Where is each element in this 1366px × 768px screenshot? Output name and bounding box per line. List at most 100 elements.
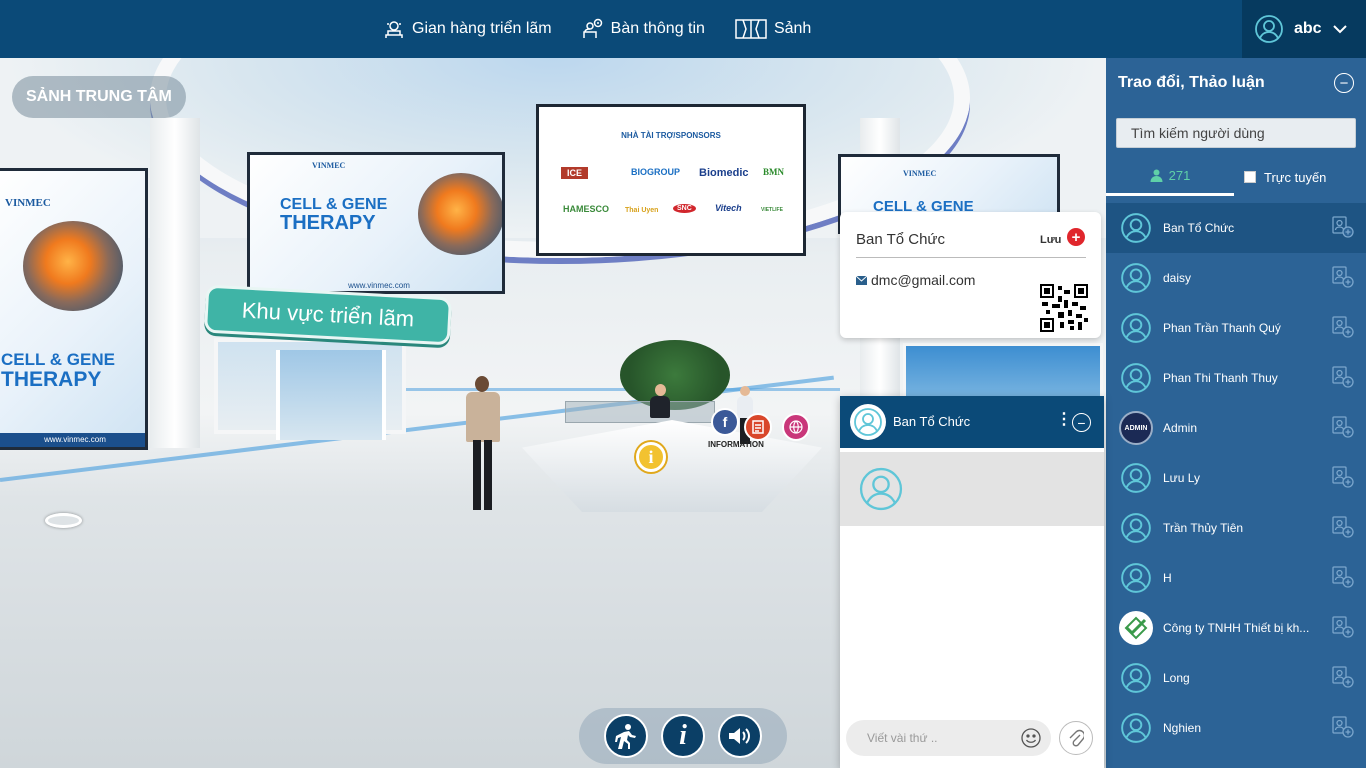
- company-logo-icon: [1124, 616, 1148, 640]
- user-avatar-icon: [1121, 213, 1151, 243]
- user-list-item[interactable]: H: [1106, 553, 1366, 603]
- user-list-item[interactable]: Lưu Ly: [1106, 453, 1366, 503]
- floor-line: [380, 388, 840, 391]
- teleport-marker[interactable]: [45, 513, 82, 528]
- user-menu[interactable]: abc: [1242, 0, 1366, 58]
- add-user-icon[interactable]: [1332, 716, 1354, 738]
- discussion-sidebar: Trao đổi, Thảo luận − 271 Trực tuyến Ban…: [1106, 58, 1366, 768]
- information-desk[interactable]: [522, 420, 822, 512]
- avatar: [1119, 661, 1153, 695]
- add-user-icon[interactable]: [1332, 566, 1354, 588]
- add-user-icon[interactable]: [1332, 266, 1354, 288]
- info-marker[interactable]: i: [636, 442, 666, 472]
- add-friend-button[interactable]: [1332, 216, 1354, 241]
- add-friend-button[interactable]: [1332, 666, 1354, 691]
- user-avatar-icon: [1121, 263, 1151, 293]
- tab-all-users[interactable]: 271: [1106, 158, 1234, 196]
- add-user-icon[interactable]: [1332, 616, 1354, 638]
- banner-left[interactable]: VINMEC CELL & GENE THERAPY www.vinmec.co…: [0, 168, 148, 450]
- banner-url: www.vinmec.com: [0, 433, 145, 447]
- information-label: INFORMATION: [708, 440, 764, 449]
- tree: [620, 340, 730, 410]
- add-user-icon[interactable]: [1332, 416, 1354, 438]
- sound-button[interactable]: [718, 714, 762, 758]
- user-avatar-icon: [854, 408, 882, 436]
- user-name: Ban Tổ Chức: [1163, 221, 1235, 235]
- divider: [856, 257, 1086, 258]
- user-list-item[interactable]: Long: [1106, 653, 1366, 703]
- user-list: Ban Tổ Chức daisy Phan Trần Thanh Quý Phan …: [1106, 203, 1366, 753]
- more-options-icon[interactable]: ⋮: [1056, 412, 1072, 428]
- contact-email[interactable]: dmc@gmail.com: [856, 272, 975, 288]
- avatar: [1119, 561, 1153, 595]
- add-friend-button[interactable]: [1332, 416, 1354, 441]
- add-user-icon[interactable]: [1332, 316, 1354, 338]
- user-list-item[interactable]: Nghien: [1106, 703, 1366, 753]
- banner-title-line1: CELL & GENE: [280, 196, 388, 213]
- user-avatar-icon: [1121, 513, 1151, 543]
- add-user-icon[interactable]: [1332, 466, 1354, 488]
- website-icon[interactable]: [782, 413, 810, 441]
- user-name: Phan Thi Thanh Thuy: [1163, 371, 1278, 385]
- minimize-sidebar-button[interactable]: −: [1334, 73, 1354, 93]
- user-search-input[interactable]: [1116, 118, 1356, 148]
- emoji-icon[interactable]: [1020, 727, 1042, 749]
- nav-info-desk[interactable]: Bàn thông tin: [582, 18, 705, 40]
- avatar: [1119, 461, 1153, 495]
- user-list-item[interactable]: Công ty TNHH Thiết bị kh...: [1106, 603, 1366, 653]
- nav-booth[interactable]: Gian hàng triển lãm: [383, 18, 552, 40]
- user-list-item[interactable]: daisy: [1106, 253, 1366, 303]
- banner-title-line1: CELL & GENE: [1, 350, 115, 369]
- chat-title: Ban Tổ Chức: [893, 414, 971, 429]
- avatar: [1119, 211, 1153, 245]
- add-user-icon[interactable]: [1332, 666, 1354, 688]
- exhibition-entrance[interactable]: [276, 350, 386, 440]
- user-circle-icon: [1255, 15, 1283, 43]
- sponsor-logo: HAMESCO: [563, 204, 610, 214]
- add-friend-button[interactable]: [1332, 616, 1354, 641]
- nav-booth-label: Gian hàng triển lãm: [412, 20, 552, 37]
- info-button[interactable]: i: [661, 714, 705, 758]
- add-friend-button[interactable]: [1332, 716, 1354, 741]
- add-friend-button[interactable]: [1332, 366, 1354, 391]
- banner-center-left[interactable]: VINMEC CELL & GENE THERAPY www.vinmec.co…: [247, 152, 505, 294]
- add-user-icon[interactable]: [1332, 366, 1354, 388]
- add-friend-button[interactable]: [1332, 516, 1354, 541]
- document-icon[interactable]: [744, 413, 772, 441]
- user-list-item[interactable]: ADMIN Admin: [1106, 403, 1366, 453]
- online-filter-label: Trực tuyến: [1264, 169, 1327, 185]
- sponsor-board[interactable]: NHÀ TÀI TRỢ/SPONSORS ICE BIOGROUP Biomed…: [536, 104, 806, 256]
- attach-button[interactable]: [1059, 721, 1093, 755]
- glass-rail: [565, 401, 715, 423]
- user-list-item[interactable]: Phan Trần Thanh Quý: [1106, 303, 1366, 353]
- banner-logo: VINMEC: [5, 197, 51, 209]
- add-friend-button[interactable]: [1332, 266, 1354, 291]
- banner-title-line2: THERAPY: [1, 368, 102, 391]
- info-icon: i: [679, 720, 687, 751]
- facebook-icon[interactable]: f: [711, 408, 739, 436]
- add-user-icon[interactable]: [1332, 516, 1354, 538]
- add-friend-button[interactable]: [1332, 466, 1354, 491]
- mail-icon: [856, 275, 867, 285]
- user-list-item[interactable]: Phan Thi Thanh Thuy: [1106, 353, 1366, 403]
- user-list-item[interactable]: Trần Thủy Tiên: [1106, 503, 1366, 553]
- save-contact-label[interactable]: Lưu: [1040, 234, 1061, 246]
- user-name: Phan Trần Thanh Quý: [1163, 321, 1281, 335]
- admin-avatar: ADMIN: [1119, 411, 1153, 445]
- add-friend-button[interactable]: [1332, 566, 1354, 591]
- sponsor-logo: Thai Uyen: [625, 207, 659, 214]
- online-filter[interactable]: Trực tuyến: [1244, 158, 1326, 196]
- nav-lobby[interactable]: Sảnh: [735, 18, 811, 40]
- add-user-icon[interactable]: [1332, 216, 1354, 238]
- add-contact-icon[interactable]: +: [1067, 228, 1085, 246]
- add-friend-button[interactable]: [1332, 316, 1354, 341]
- online-checkbox[interactable]: [1244, 171, 1256, 183]
- banner-logo: VINMEC: [903, 169, 937, 178]
- walk-button[interactable]: [604, 714, 648, 758]
- minimize-chat-button[interactable]: −: [1072, 413, 1091, 432]
- chat-header: Ban Tổ Chức ⋮ −: [840, 396, 1104, 448]
- user-list-item[interactable]: Ban Tổ Chức: [1106, 203, 1366, 253]
- user-avatar-icon: [1121, 313, 1151, 343]
- user-name: daisy: [1163, 271, 1192, 285]
- user-avatar-icon: [1121, 363, 1151, 393]
